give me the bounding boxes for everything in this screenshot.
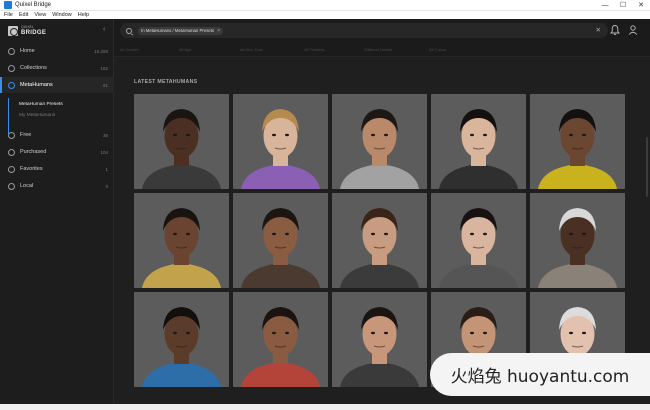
collapse-sidebar-icon[interactable]: ‹ [103,26,105,33]
filter-bar: All Gender All Age All Skin Tone All Fre… [114,43,650,57]
sidebar-item-count: 104 [100,149,108,155]
metahuman-portrait-image [134,193,229,288]
sidebar-item-favorites[interactable]: Favorites 1 [0,161,114,177]
filter-freckles[interactable]: All Freckles [304,47,325,52]
watermark: 火焰兔 huoyantu.com [430,353,650,396]
bell-icon[interactable] [610,24,620,36]
metahuman-portrait-image [530,193,625,288]
metahuman-portrait-image [332,94,427,189]
metahuman-portrait-image [431,193,526,288]
metahuman-card[interactable] [530,94,625,189]
filter-colors[interactable]: All Colors [429,47,446,52]
subnav-my-metahumans[interactable]: My MetaHumans [19,113,55,118]
bridge-logo-icon [8,26,18,36]
menu-view[interactable]: View [34,12,46,18]
search-icon [126,27,132,34]
user-icon[interactable] [628,24,638,36]
sidebar-item-metahumans[interactable]: MetaHumans 61 [0,77,114,93]
window-title: Quixel Bridge [15,2,52,8]
metahuman-portrait-image [233,193,328,288]
metahuman-portrait-image [530,94,625,189]
menu-window[interactable]: Window [52,12,72,18]
metahuman-portrait-image [233,94,328,189]
sidebar-item-label: Local [20,183,34,189]
sidebar-item-count: 15,268 [94,48,108,54]
search-input[interactable]: In MetaHumans / MetaHuman Presets × ✕ [120,23,608,38]
sidebar-item-local[interactable]: Local 0 [0,178,114,194]
bridge-logo[interactable]: QUIXEL BRIDGE [8,24,98,38]
metahuman-card[interactable] [530,193,625,288]
heart-icon [8,165,15,173]
clear-search-icon[interactable]: ✕ [596,26,601,34]
subnav-metahuman-presets[interactable]: MetaHuman Presets [19,102,63,107]
metahuman-portrait-image [332,292,427,387]
filter-chip-label: In MetaHumans / MetaHuman Presets [141,28,215,33]
section-title: LATEST METAHUMANS [134,79,198,85]
filter-age[interactable]: All Age [179,47,191,52]
metahuman-card[interactable] [134,193,229,288]
maximize-button[interactable]: ☐ [614,0,632,11]
metahuman-portrait-image [233,292,328,387]
free-icon [8,131,15,139]
metahuman-portrait-image [332,193,427,288]
logo-big-text: BRIDGE [21,29,47,36]
menu-file[interactable]: File [4,12,13,18]
metahuman-card[interactable] [233,292,328,387]
metahuman-portrait-image [134,292,229,387]
window-titlebar: Quixel Bridge — ☐ ✕ [0,0,650,11]
window-controls: — ☐ ✕ [596,0,650,11]
metahuman-card[interactable] [332,193,427,288]
metahuman-card[interactable] [431,94,526,189]
sidebar-item-label: Purchased [20,149,47,155]
metahuman-card[interactable] [134,292,229,387]
scrollbar[interactable] [646,137,648,197]
sidebar-item-label: Favorites [20,166,43,172]
sidebar-item-label: Free [20,132,32,138]
metahuman-card[interactable] [233,94,328,189]
sidebar-item-count: 1 [105,166,108,172]
metahuman-card[interactable] [134,94,229,189]
metahuman-card[interactable] [332,292,427,387]
metahuman-portrait-image [431,94,526,189]
filter-details[interactable]: Different Details [364,47,392,52]
purchased-icon [8,148,15,156]
taskbar [0,404,650,410]
metahuman-card[interactable] [332,94,427,189]
filter-skin-tone[interactable]: All Skin Tone [240,47,263,52]
sidebar-item-collections[interactable]: Collections 162 [0,60,114,76]
menu-help[interactable]: Help [78,12,89,18]
sidebar-item-purchased[interactable]: Purchased 104 [0,144,114,160]
filter-chip[interactable]: In MetaHumans / MetaHuman Presets × [138,26,223,35]
metahuman-icon [8,81,15,89]
home-icon [8,47,15,55]
sidebar-item-count: 162 [100,65,108,71]
sidebar-item-label: MetaHumans [20,82,53,88]
filter-gender[interactable]: All Gender [120,47,139,52]
sidebar: QUIXEL BRIDGE ‹ Home 15,268 Collections … [0,19,114,410]
sidebar-item-count: 61 [102,82,108,88]
app-icon [4,1,12,9]
sidebar-item-home[interactable]: Home 15,268 [0,43,114,59]
metahuman-card[interactable] [431,193,526,288]
sidebar-item-label: Collections [20,65,47,71]
sidebar-item-free[interactable]: Free 36 [0,127,114,143]
metahuman-portrait-image [134,94,229,189]
metahuman-card[interactable] [233,193,328,288]
minimize-button[interactable]: — [596,0,614,11]
sidebar-item-label: Home [20,48,35,54]
local-icon [8,182,15,190]
sidebar-item-count: 0 [105,183,108,189]
remove-chip-icon[interactable]: × [217,28,220,34]
top-bar: In MetaHumans / MetaHuman Presets × ✕ [114,19,650,43]
menu-bar: File Edit View Window Help [0,11,650,19]
collections-icon [8,64,15,72]
watermark-text: 火焰兔 huoyantu.com [450,367,630,387]
close-button[interactable]: ✕ [632,0,650,11]
menu-edit[interactable]: Edit [19,12,28,18]
sidebar-item-count: 36 [102,132,108,138]
